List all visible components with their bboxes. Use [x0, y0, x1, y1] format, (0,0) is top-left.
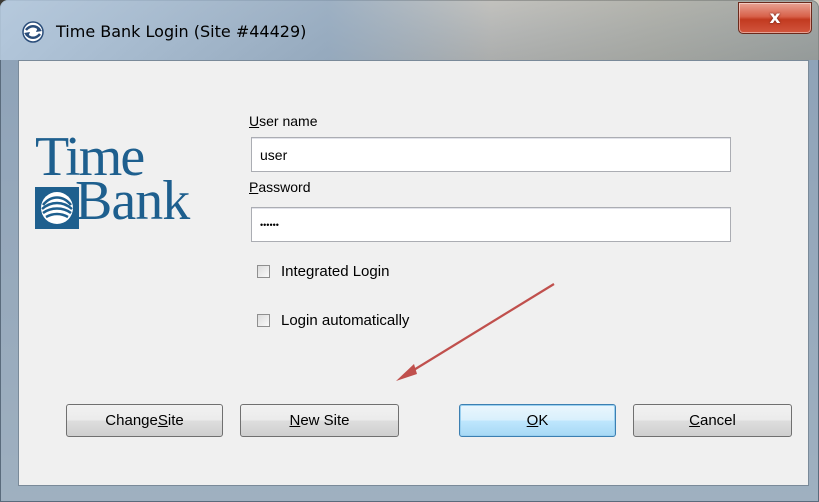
cancel-button[interactable]: Cancel	[633, 404, 792, 437]
login-automatically-option[interactable]: Login automatically	[257, 312, 409, 329]
password-input[interactable]: ••••••	[251, 207, 731, 242]
title-bar[interactable]: Time Bank Login (Site #44429) x	[0, 0, 819, 60]
integrated-login-option[interactable]: Integrated Login	[257, 263, 389, 280]
login-window: Time Bank Login (Site #44429) x Time Ban…	[0, 0, 819, 502]
close-icon: x	[769, 8, 781, 28]
logo-text-bank: Bank	[75, 170, 190, 232]
integrated-login-checkbox[interactable]	[257, 265, 270, 278]
change-site-button[interactable]: Change Site	[66, 404, 223, 437]
username-input[interactable]: user	[251, 137, 731, 172]
time-bank-logo: Time Bank	[35, 129, 245, 249]
annotation-arrow-icon	[396, 283, 555, 381]
ok-button[interactable]: OK	[459, 404, 616, 437]
username-label: User name	[249, 113, 318, 129]
dialog-body: Time Bank User name user Password ••••••…	[18, 60, 809, 486]
integrated-login-label: Integrated Login	[281, 263, 390, 280]
new-site-button[interactable]: New Site	[240, 404, 399, 437]
window-title: Time Bank Login (Site #44429)	[56, 22, 307, 41]
login-automatically-label: Login automatically	[281, 312, 410, 329]
logo-globe-icon	[35, 187, 79, 229]
app-icon	[22, 21, 44, 43]
close-button[interactable]: x	[738, 2, 812, 34]
login-automatically-checkbox[interactable]	[257, 314, 270, 327]
password-label: Password	[249, 179, 311, 195]
